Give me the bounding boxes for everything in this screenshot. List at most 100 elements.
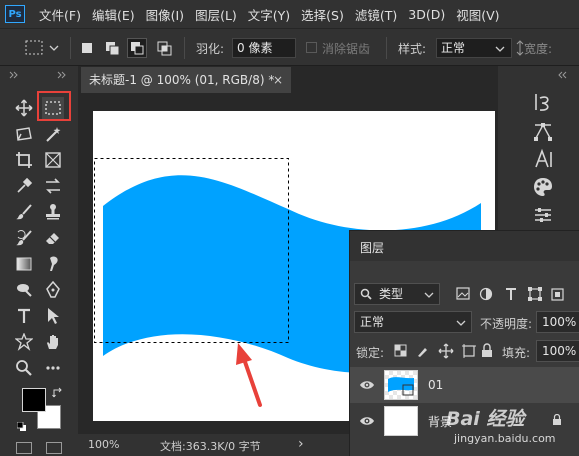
watermark-url: jingyan.baidu.com [454,432,556,445]
close-tab-icon[interactable]: × [273,67,283,93]
lasso-tool[interactable] [13,124,35,146]
annotation-arrow-selection [236,343,262,407]
watermark-logo-text: Bai 经验 [446,408,525,430]
menu-image[interactable]: 图像(I) [146,5,184,24]
separator [70,37,71,59]
stamp-icon [46,204,60,220]
smudge-icon [50,256,58,271]
swap-colors-icon [52,387,62,398]
color-panel-button[interactable] [532,176,554,198]
shape-icon [15,333,33,351]
menu-file[interactable]: 文件(F) [39,5,81,24]
double-chevron-icon [9,71,66,79]
sliders-icon [535,208,551,222]
style-select[interactable]: 正常 [436,38,512,58]
gradient-icon [16,257,32,271]
screen-mode-button[interactable] [46,442,62,454]
menu-3d[interactable]: 3D(D) [408,7,445,22]
history-brush-icon [16,230,32,246]
antialias-label: 消除锯齿 [322,42,371,56]
history-icon [535,94,549,111]
app-logo[interactable]: Ps [5,5,25,23]
pen-tool[interactable] [42,279,64,301]
separator [386,37,387,59]
menu-edit[interactable]: 编辑(E) [92,5,135,24]
foreground-color-swatch[interactable] [22,388,46,412]
blend-mode-value: 正常 [360,315,385,329]
layer-filter-select[interactable]: 类型 [354,283,440,305]
menu-layer[interactable]: 图层(L) [195,5,237,24]
character-panel-button[interactable] [532,148,554,170]
move-icon [15,99,33,117]
magic-wand-tool[interactable] [42,124,64,146]
move-tool[interactable] [13,97,35,119]
eraser-tool[interactable] [42,227,64,249]
crop-tool[interactable] [13,149,35,171]
path-selection-tool[interactable] [42,305,64,327]
content-aware-move-tool[interactable] [42,175,64,197]
intersect-selection-icon [157,41,172,56]
status-menu-arrow[interactable]: › [298,436,304,452]
lock-options[interactable] [394,343,494,359]
layer-thumbnail [384,406,418,436]
menu-select[interactable]: 选择(S) [301,5,344,24]
chevron-down-icon [456,320,466,326]
clone-stamp-tool[interactable] [42,201,64,223]
eyedropper-icon [17,177,33,193]
antialias-checkbox[interactable] [306,42,317,53]
tool-preset-picker[interactable] [24,39,64,57]
frame-tool[interactable] [42,149,64,171]
layers-tab-label[interactable]: 图层 [360,239,384,256]
width-label: 宽度: [524,42,553,56]
lasso-icon [16,127,32,141]
history-panel-button[interactable] [532,91,554,113]
smudge-tool[interactable] [42,253,64,275]
zoom-icon [16,360,32,376]
visibility-eye-icon[interactable] [359,415,375,427]
shape-tool[interactable] [13,331,35,353]
eyedropper-tool[interactable] [13,175,35,197]
toolbox-collapse-handle[interactable] [8,69,68,79]
document-tab[interactable]: 未标题-1 @ 100% (01, RGB/8) * × [81,67,291,93]
blend-mode-select[interactable]: 正常 [354,311,472,333]
paths-icon [534,123,552,141]
feather-input[interactable]: 0 像素 [232,38,296,58]
character-icon [535,148,552,168]
paths-panel-button[interactable] [532,120,554,142]
type-tool[interactable] [13,305,35,327]
marquee-highlight-box [37,91,71,121]
adjustments-panel-button[interactable] [532,204,554,226]
layer-name[interactable]: 01 [428,378,443,392]
dodge-tool[interactable] [13,279,35,301]
history-brush-tool[interactable] [13,227,35,249]
zoom-tool[interactable] [13,357,35,379]
separator [184,37,185,59]
watermark: Bai 经验 jingyan.baidu.com [446,404,576,452]
fill-input[interactable]: 100% [536,340,579,362]
brush-tool[interactable] [13,201,35,223]
visibility-eye-icon[interactable] [359,379,375,391]
zoom-level[interactable]: 100% [88,438,119,451]
hand-tool[interactable] [42,331,64,353]
quick-mask-button[interactable] [16,442,32,454]
intersect-selection-button[interactable] [156,40,174,56]
magic-wand-icon [46,127,61,142]
new-selection-button[interactable] [80,41,94,55]
menu-type[interactable]: 文字(Y) [248,5,290,24]
add-selection-button[interactable] [104,40,122,56]
toolbox [0,66,78,456]
opacity-input[interactable]: 100% [536,311,579,333]
default-colors-button[interactable] [16,421,27,431]
pen-icon [46,281,60,298]
marquee-preset-icon [25,40,59,55]
document-info: 文档:363.3K/0 字节 [160,440,261,453]
dock-collapse-handle[interactable] [556,69,570,79]
subtract-selection-button[interactable] [127,38,147,58]
more-tools-button[interactable] [42,357,64,379]
menu-filter[interactable]: 滤镜(T) [355,5,397,24]
gradient-tool[interactable] [13,253,35,275]
layer-row-01[interactable]: 01 [350,367,579,403]
menu-view[interactable]: 视图(V) [456,5,499,24]
swap-colors-button[interactable] [52,387,64,399]
layer-thumbnail-shape [388,377,414,396]
